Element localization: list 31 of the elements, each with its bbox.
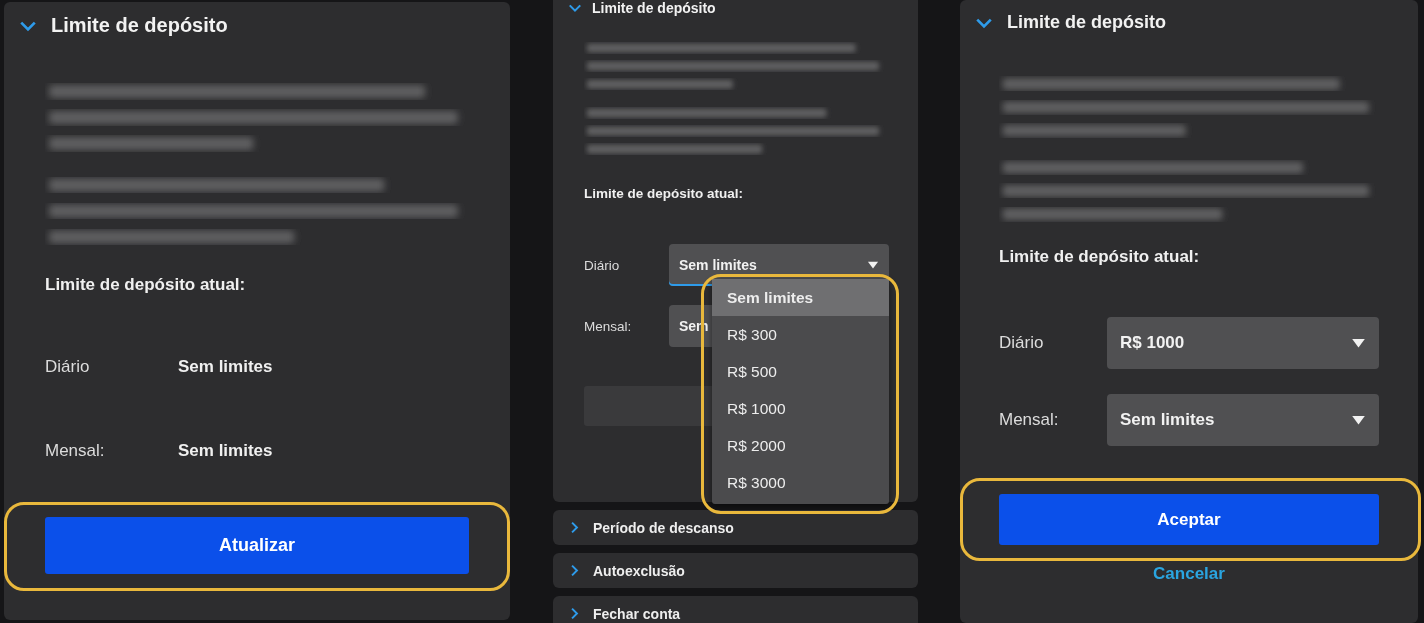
current-limit-heading: Limite de depósito atual: bbox=[584, 186, 744, 201]
section-title: Limite de depósito bbox=[1007, 12, 1166, 33]
dropdown-option[interactable]: R$ 2000 bbox=[712, 427, 889, 464]
limit-label: Diário bbox=[584, 257, 621, 273]
dropdown-option[interactable]: R$ 3000 bbox=[712, 464, 889, 501]
dropdown-option[interactable]: R$ 1000 bbox=[712, 390, 889, 427]
limit-label: Mensal: bbox=[45, 441, 106, 461]
collapsed-section[interactable]: Autoexclusão bbox=[553, 553, 918, 588]
limit-label: Mensal: bbox=[999, 410, 1060, 430]
caret-icon bbox=[1351, 337, 1366, 349]
limit-label: Diário bbox=[45, 357, 91, 377]
current-limit-heading: Limite de depósito atual: bbox=[999, 247, 1201, 267]
limit-label: Diário bbox=[999, 333, 1045, 353]
collapsed-section[interactable]: Fechar conta bbox=[553, 596, 918, 623]
primary-button[interactable]: Atualizar bbox=[45, 517, 469, 574]
caret-icon bbox=[867, 260, 879, 270]
section-title: Limite de depósito bbox=[592, 0, 716, 16]
dropdown-option[interactable]: R$ 500 bbox=[712, 353, 889, 390]
current-limit-heading: Limite de depósito atual: bbox=[45, 275, 247, 295]
limit-label: Mensal: bbox=[584, 318, 633, 334]
limit-select[interactable]: Sem limites bbox=[1107, 394, 1379, 446]
limit-select[interactable]: R$ 1000 bbox=[1107, 317, 1379, 369]
cancel-link[interactable]: Cancelar bbox=[1147, 563, 1231, 585]
caret-icon bbox=[1351, 414, 1366, 426]
dropdown-option[interactable]: Sem limites bbox=[712, 279, 889, 316]
collapsed-section[interactable]: Período de descanso bbox=[553, 510, 918, 545]
dropdown-option[interactable]: R$ 300 bbox=[712, 316, 889, 353]
limit-value: Sem limites bbox=[178, 357, 273, 377]
limit-value: Sem limites bbox=[178, 441, 273, 461]
primary-button[interactable]: Aceptar bbox=[999, 494, 1379, 545]
section-title: Limite de depósito bbox=[51, 14, 228, 37]
